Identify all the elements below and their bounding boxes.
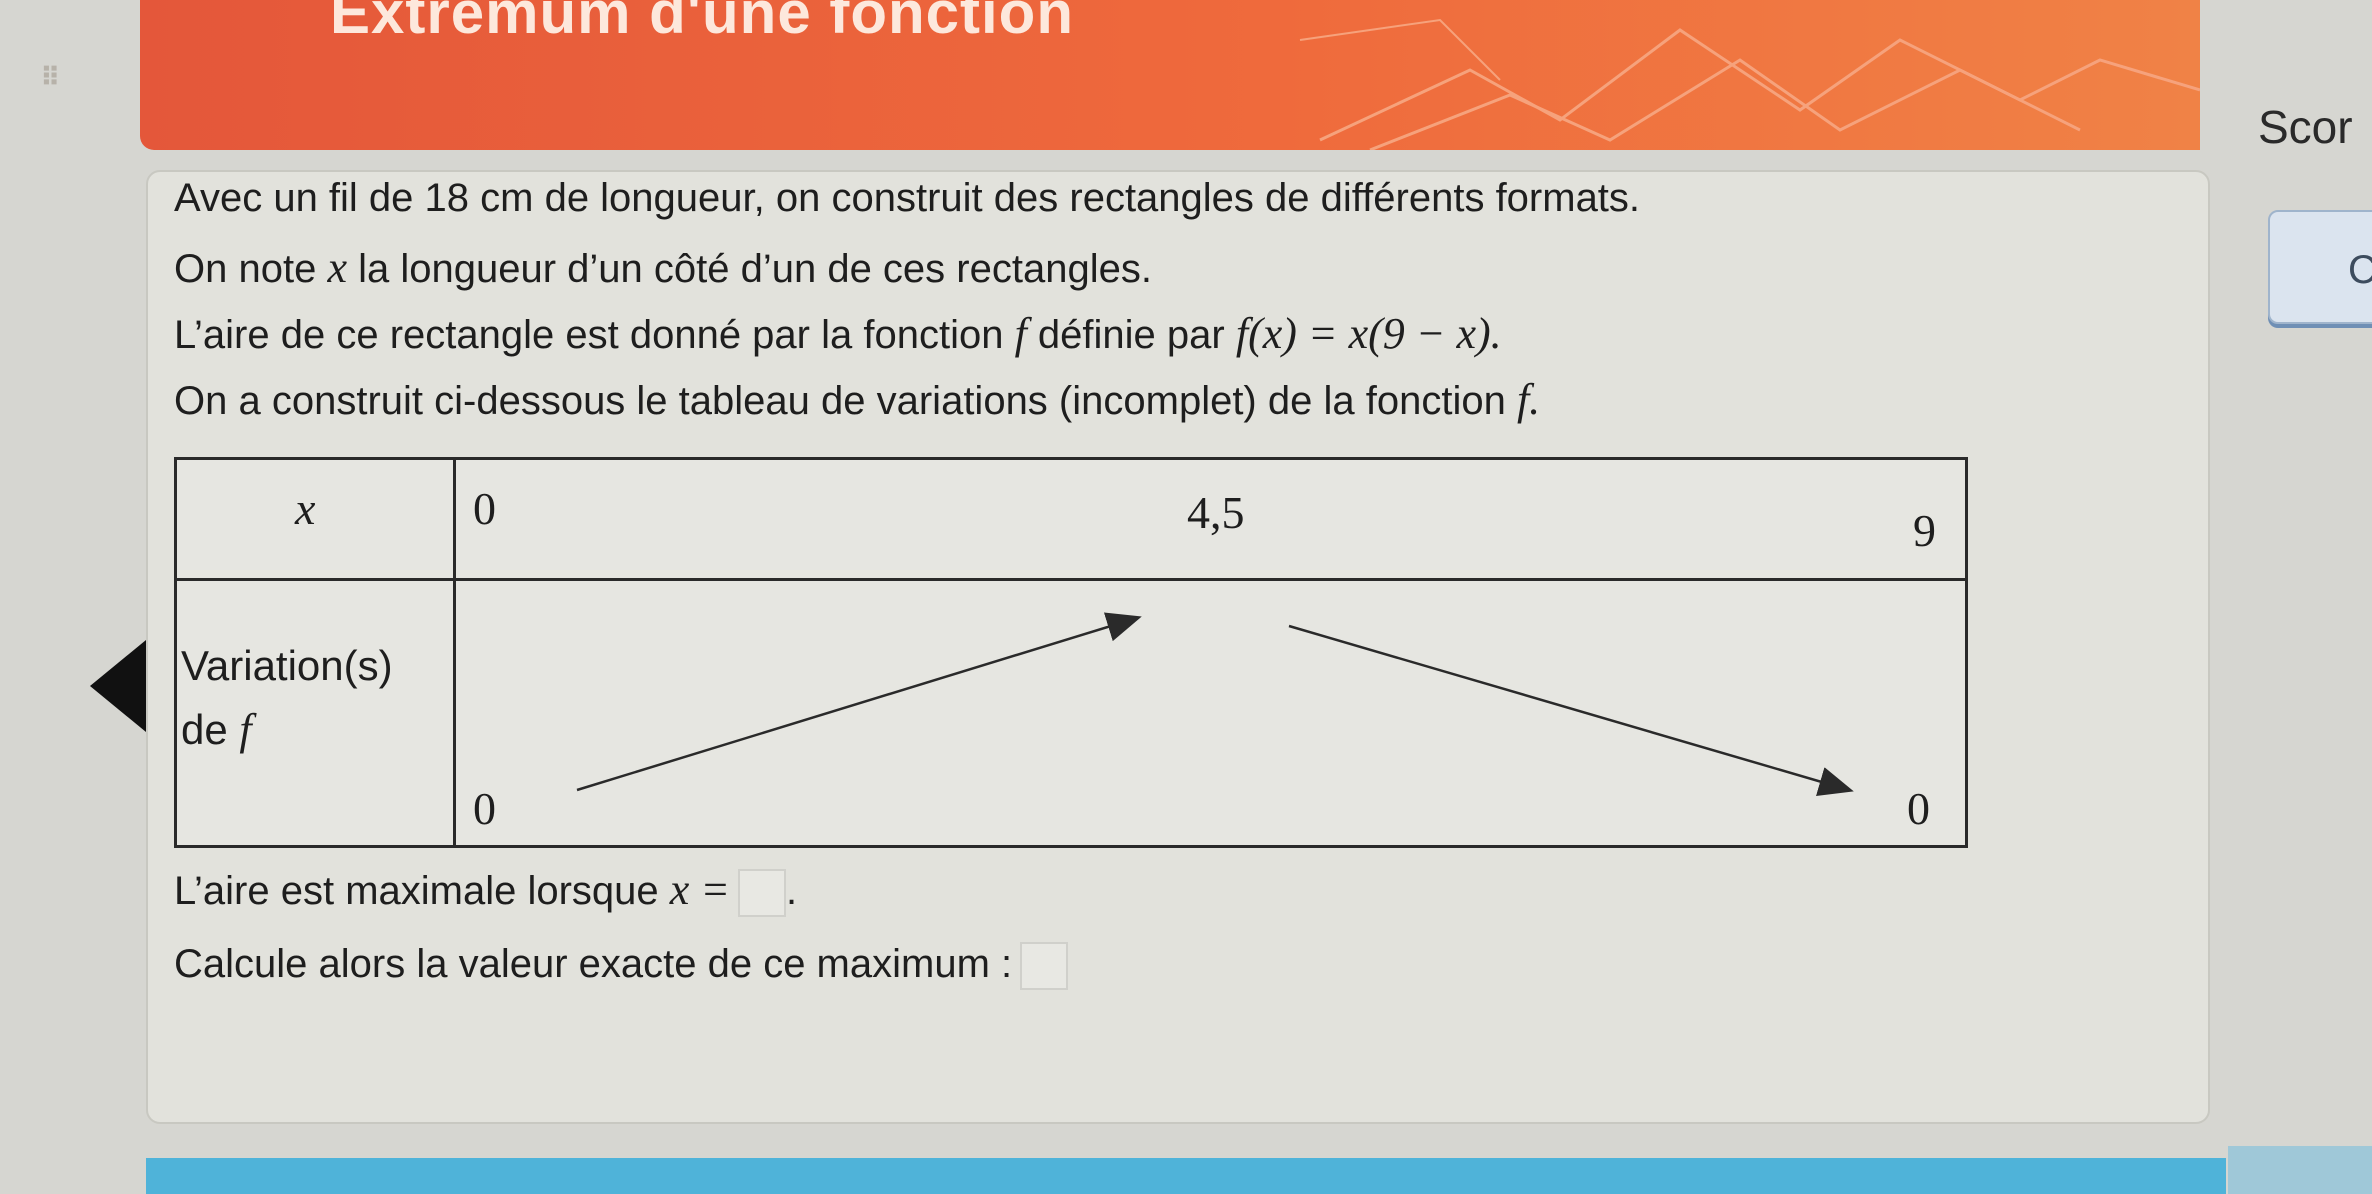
question-2: Calcule alors la valeur exacte de ce max… bbox=[174, 942, 1069, 991]
bottom-bar bbox=[146, 1158, 2226, 1194]
increasing-arrow bbox=[576, 612, 1142, 792]
variation-table: x 0 4,5 9 Variation(s) de f 0 0 bbox=[174, 457, 1968, 848]
maximum-answer-input[interactable] bbox=[1020, 942, 1069, 991]
score-label: Scor bbox=[2258, 101, 2353, 153]
page-title: Extremum d'une fonction bbox=[330, 0, 1074, 46]
side-button-label: Ca bbox=[2348, 248, 2372, 292]
exercise-line-1: Avec un fil de 18 cm de longueur, on con… bbox=[174, 176, 1641, 220]
exercise-line-3: L’aire de ce rectangle est donné par la … bbox=[174, 309, 1502, 358]
header-banner: Extremum d'une fonction bbox=[140, 0, 2200, 150]
decreasing-arrow bbox=[1288, 624, 1854, 796]
side-button[interactable]: Ca bbox=[2268, 210, 2372, 324]
x-answer-input[interactable] bbox=[738, 869, 787, 918]
menu-icon[interactable]: ⠿ bbox=[40, 62, 74, 92]
previous-arrow-icon[interactable] bbox=[90, 640, 146, 732]
bottom-bar-right bbox=[2228, 1146, 2372, 1194]
exercise-card: Avec un fil de 18 cm de longueur, on con… bbox=[146, 170, 2210, 1124]
question-1: L’aire est maximale lorsque x =. bbox=[174, 864, 797, 918]
exercise-line-4: On a construit ci-dessous le tableau de … bbox=[174, 375, 1541, 424]
variation-arrows bbox=[576, 612, 1854, 796]
function-formula: f(x) = x(9 − x). bbox=[1235, 309, 1502, 358]
exercise-line-2: On note x la longueur d’un côté d’un de … bbox=[174, 243, 1152, 292]
